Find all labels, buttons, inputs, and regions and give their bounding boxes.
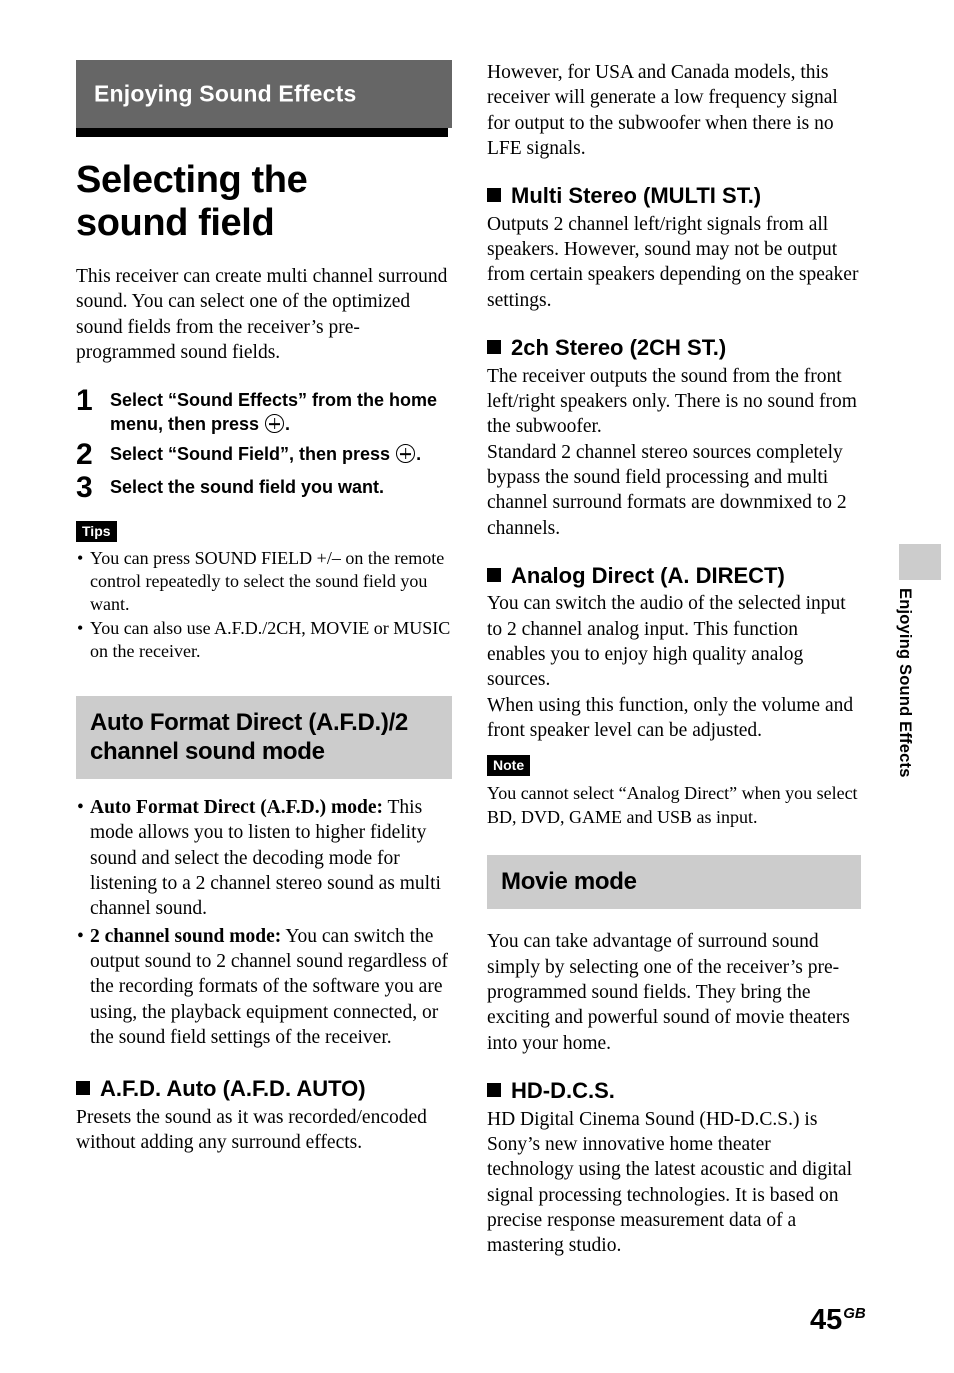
right-column: However, for USA and Canada models, this… bbox=[487, 60, 861, 1259]
step-text-post: . bbox=[416, 444, 422, 465]
analog-direct-paragraph-1: You can switch the audio of the selected… bbox=[487, 593, 846, 691]
multi-stereo-paragraph: Outputs 2 channel left/right signals fro… bbox=[487, 213, 859, 311]
note-badge: Note bbox=[487, 755, 531, 777]
step-number: 3 bbox=[76, 471, 93, 505]
analog-direct-paragraph-2: When using this function, only the volum… bbox=[487, 694, 854, 742]
subheading-afd-auto-label: A.F.D. Auto (A.F.D. AUTO) bbox=[100, 1076, 366, 1102]
subheading-2ch-stereo-label: 2ch Stereo (2CH ST.) bbox=[511, 335, 727, 361]
step-text: Select the sound field you want. bbox=[110, 476, 452, 500]
step-text: Select “Sound Field”, then press . bbox=[110, 443, 452, 467]
black-square-icon bbox=[76, 1081, 90, 1096]
tips-badge: Tips bbox=[76, 521, 117, 543]
subheading-multi-stereo-label: Multi Stereo (MULTI ST.) bbox=[511, 183, 762, 209]
section-header-afd-label: Auto Format Direct (A.F.D.)/2 channel so… bbox=[90, 708, 408, 765]
step-text-pre: Select “Sound Field”, then press bbox=[110, 444, 396, 465]
subheading-multi-stereo: Multi Stereo (MULTI ST.) bbox=[487, 183, 861, 209]
chapter-banner: Enjoying Sound Effects bbox=[76, 60, 452, 128]
2ch-stereo-paragraph-1: The receiver outputs the sound from the … bbox=[487, 365, 857, 438]
subheading-2ch-stereo: 2ch Stereo (2CH ST.) bbox=[487, 335, 861, 361]
step-number: 2 bbox=[76, 438, 93, 472]
step-text-post: . bbox=[285, 414, 291, 435]
subheading-analog-direct-label: Analog Direct (A. DIRECT) bbox=[511, 562, 785, 588]
enter-button-icon bbox=[396, 444, 416, 464]
step-item: 3 Select the sound field you want. bbox=[76, 471, 452, 505]
tips-list-item: You can press SOUND FIELD +/– on the rem… bbox=[76, 547, 452, 616]
page-title: Selecting the sound field bbox=[76, 159, 308, 244]
step-text-pre: Select the sound field you want. bbox=[110, 477, 385, 498]
black-square-icon bbox=[487, 1083, 501, 1098]
side-tab-marker bbox=[899, 544, 941, 580]
side-tab-label: Enjoying Sound Effects bbox=[896, 588, 914, 778]
page-number: 45GB bbox=[810, 1306, 866, 1335]
note-badge-wrap: Note bbox=[487, 755, 861, 777]
2ch-stereo-paragraph-2: Standard 2 channel stereo sources comple… bbox=[487, 441, 847, 539]
left-column: Enjoying Sound Effects Selecting the sou… bbox=[76, 60, 452, 1156]
afd-bullet-item: Auto Format Direct (A.F.D.) mode: This m… bbox=[76, 795, 452, 922]
page-number-suffix: GB bbox=[843, 1305, 866, 1323]
black-square-icon bbox=[487, 340, 501, 355]
black-square-icon bbox=[487, 567, 501, 582]
intro-paragraph: This receiver can create multi channel s… bbox=[76, 266, 448, 364]
enter-button-icon bbox=[265, 414, 285, 434]
section-header-afd: Auto Format Direct (A.F.D.)/2 channel so… bbox=[76, 695, 452, 780]
section-header-movie-mode-label: Movie mode bbox=[501, 868, 637, 896]
step-number: 1 bbox=[76, 384, 93, 418]
afd-bullet-item: 2 channel sound mode: You can switch the… bbox=[76, 924, 452, 1051]
manual-page: Enjoying Sound Effects Selecting the sou… bbox=[0, 0, 954, 1373]
tips-list: You can press SOUND FIELD +/– on the rem… bbox=[76, 547, 452, 663]
section-header-movie-mode: Movie mode bbox=[487, 855, 861, 910]
afd-bullets: Auto Format Direct (A.F.D.) mode: This m… bbox=[76, 795, 452, 1050]
subheading-hd-dcs-label: HD-D.C.S. bbox=[511, 1078, 615, 1104]
afd-bullet-lead: 2 channel sound mode: bbox=[90, 925, 282, 947]
tips-list-item: You can also use A.F.D./2CH, MOVIE or MU… bbox=[76, 617, 452, 663]
steps-list: 1 Select “Sound Effects” from the home m… bbox=[76, 384, 452, 505]
movie-mode-paragraph: You can take advantage of surround sound… bbox=[487, 931, 850, 1054]
tips-badge-wrap: Tips bbox=[76, 521, 452, 543]
afd-bullet-lead: Auto Format Direct (A.F.D.) mode: bbox=[90, 797, 383, 819]
subheading-analog-direct: Analog Direct (A. DIRECT) bbox=[487, 563, 861, 589]
page-number-value: 45 bbox=[810, 1304, 843, 1336]
note-paragraph: You cannot select “Analog Direct” when y… bbox=[487, 783, 858, 827]
step-item: 2 Select “Sound Field”, then press . bbox=[76, 438, 452, 472]
chapter-banner-label: Enjoying Sound Effects bbox=[94, 80, 357, 107]
subheading-hd-dcs: HD-D.C.S. bbox=[487, 1078, 861, 1104]
subheading-afd-auto: A.F.D. Auto (A.F.D. AUTO) bbox=[76, 1076, 452, 1102]
afd-auto-paragraph: Presets the sound as it was recorded/enc… bbox=[76, 1106, 427, 1154]
step-text: Select “Sound Effects” from the home men… bbox=[110, 389, 452, 437]
step-item: 1 Select “Sound Effects” from the home m… bbox=[76, 384, 452, 437]
chapter-banner-rule bbox=[76, 128, 448, 137]
black-square-icon bbox=[487, 188, 501, 203]
hd-dcs-paragraph: HD Digital Cinema Sound (HD-D.C.S.) is S… bbox=[487, 1108, 852, 1257]
continuation-paragraph: However, for USA and Canada models, this… bbox=[487, 62, 838, 160]
